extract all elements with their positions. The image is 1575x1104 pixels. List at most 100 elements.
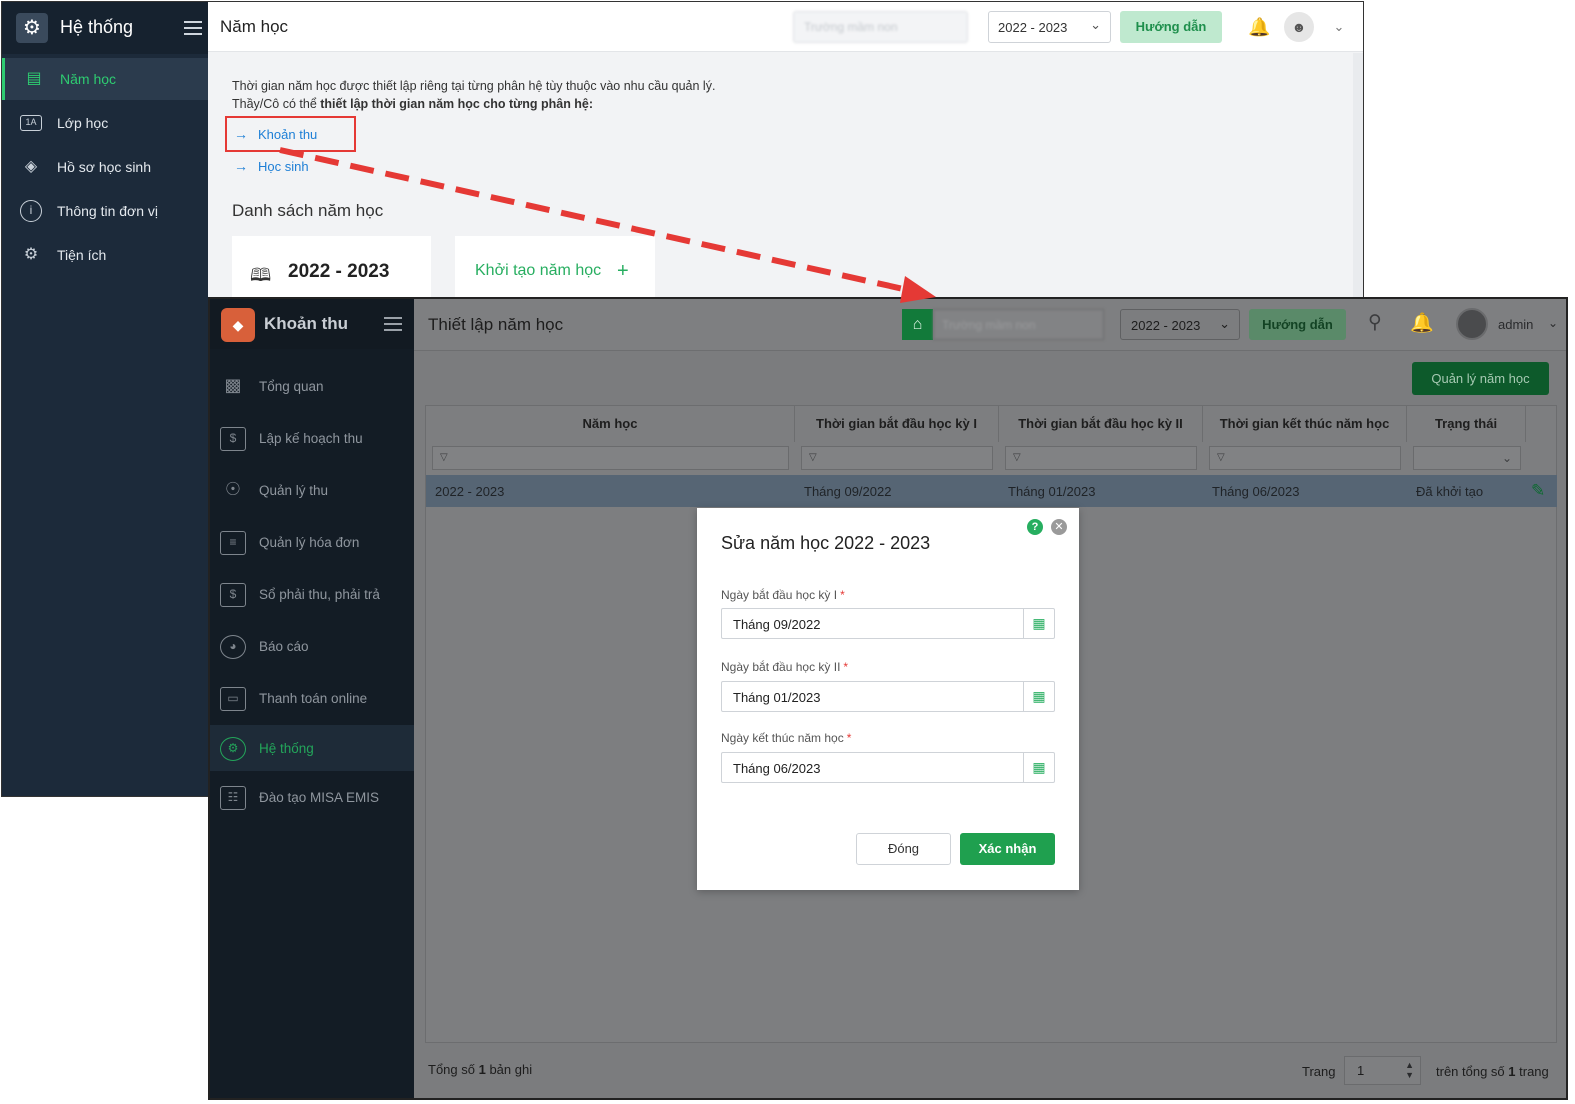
bar-chart-icon: ▩	[224, 375, 242, 395]
year-card[interactable]: 🕮 2022 - 2023	[232, 236, 431, 306]
intro-bold: thiết lập thời gian năm học cho từng phâ…	[320, 97, 594, 111]
user-name[interactable]: admin	[1498, 317, 1533, 332]
sidebar-item-so-phai-thu[interactable]: $ Sổ phải thu, phải trả	[210, 571, 414, 617]
sidebar-item-label: Báo cáo	[259, 639, 309, 654]
school-name-field[interactable]: Trường mầm non	[793, 11, 968, 43]
book-icon: ☷	[220, 786, 246, 810]
guide-button[interactable]: Hướng dẫn	[1120, 11, 1222, 43]
filter-icon: ▽	[809, 452, 817, 463]
filter-input[interactable]: ▽	[1209, 446, 1401, 470]
bell-icon[interactable]: 🔔	[1410, 311, 1434, 335]
user-avatar[interactable]	[1456, 308, 1488, 340]
plus-icon: +	[617, 260, 629, 282]
sidebar-item-ho-so-hoc-sinh[interactable]: ◈ Hồ sơ học sinh	[2, 146, 208, 188]
sidebar: ◆ Khoản thu ▩ Tổng quan $ Lập kế hoạch thu…	[210, 299, 414, 1098]
top-header: Thiết lập năm học ⌂ Trường mầm non 2022 …	[414, 299, 1566, 351]
page-number-input[interactable]: 1 ▲ ▼	[1344, 1056, 1421, 1085]
filter-icon: ▽	[440, 452, 448, 463]
sidebar-item-dao-tao[interactable]: ☷ Đào tạo MISA EMIS	[210, 774, 414, 820]
arrow-right-icon: →	[234, 158, 248, 174]
graduation-cap-icon: ◈	[24, 158, 38, 175]
chevron-down-icon: ⌄	[1219, 316, 1230, 331]
ledger-icon: $	[220, 583, 246, 607]
window-khoan-thu: ◆ Khoản thu ▩ Tổng quan $ Lập kế hoạch thu…	[208, 297, 1568, 1100]
status-filter-select[interactable]: ⌄	[1413, 446, 1521, 470]
confirm-button[interactable]: Xác nhận	[960, 833, 1055, 865]
sidebar-item-label: Hệ thống	[259, 741, 314, 756]
sidebar-item-label: Thông tin đơn vị	[57, 203, 159, 219]
page-label: Trang	[1302, 1064, 1336, 1079]
search-key-icon[interactable]: ⚲	[1368, 311, 1382, 334]
sidebar: ⚙ Hệ thống ▤ Năm học 1A Lớp học ◈ Hồ sơ …	[2, 2, 208, 796]
planning-icon: $	[220, 427, 246, 451]
start-term-2-field[interactable]: Tháng 01/2023 ▦	[721, 681, 1055, 712]
column-header: Thời gian kết thúc năm học	[1203, 406, 1407, 442]
sidebar-item-label: Lập kế hoạch thu	[259, 431, 363, 446]
end-year-field[interactable]: Tháng 06/2023 ▦	[721, 752, 1055, 783]
chevron-down-icon[interactable]: ⌄	[1328, 16, 1350, 38]
sidebar-item-label: Tổng quan	[259, 379, 324, 394]
filter-input[interactable]: ▽	[1005, 446, 1197, 470]
bell-icon[interactable]: 🔔	[1248, 16, 1270, 38]
user-avatar[interactable]: ☻	[1284, 12, 1314, 42]
calendar-icon[interactable]: ▦	[1023, 753, 1054, 782]
cell-status: Đã khởi tạo	[1416, 484, 1484, 499]
sidebar-item-label: Quản lý hóa đơn	[259, 535, 360, 550]
cell-year: 2022 - 2023	[435, 484, 505, 499]
pie-chart-icon: ◕	[220, 635, 246, 659]
record-count: Tổng số 1 bản ghi	[428, 1062, 532, 1077]
sidebar-item-tong-quan[interactable]: ▩ Tổng quan	[210, 363, 414, 409]
sidebar-item-thanh-toan-online[interactable]: ▭ Thanh toán online	[210, 675, 414, 721]
year-select[interactable]: 2022 - 2023 ⌄	[988, 11, 1111, 43]
app-title: Khoản thu	[264, 314, 349, 333]
sidebar-item-tien-ich[interactable]: ⚙ Tiện ích	[2, 234, 208, 276]
page-title: Thiết lập năm học	[428, 315, 564, 334]
sidebar-item-lop-hoc[interactable]: 1A Lớp học	[2, 102, 208, 144]
edit-pencil-icon[interactable]: ✎	[1531, 481, 1545, 501]
sidebar-item-quan-ly-thu[interactable]: ☉ Quản lý thu	[210, 467, 414, 513]
filter-input[interactable]: ▽	[801, 446, 993, 470]
app-logo-icon: ◆	[221, 308, 255, 342]
year-select[interactable]: 2022 - 2023 ⌄	[1120, 309, 1240, 340]
chevron-down-icon: ⌄	[1501, 451, 1512, 465]
sidebar-item-lap-ke-hoach-thu[interactable]: $ Lập kế hoạch thu	[210, 415, 414, 461]
column-header: Thời gian bắt đầu học kỳ II	[999, 406, 1203, 442]
table-row[interactable]: 2022 - 2023 Tháng 09/2022 Tháng 01/2023 …	[426, 475, 1557, 507]
home-icon[interactable]: ⌂	[902, 309, 933, 340]
school-name-field[interactable]: Trường mầm non	[933, 309, 1104, 340]
hamburger-menu-icon[interactable]	[184, 21, 202, 35]
spinner-icon[interactable]: ▲ ▼	[1405, 1060, 1414, 1080]
field-label-text: Ngày bắt đầu học kỳ II	[721, 660, 841, 674]
field-value: Tháng 06/2023	[733, 761, 821, 776]
calendar-icon[interactable]: ▦	[1023, 609, 1054, 638]
year-select-value: 2022 - 2023	[998, 20, 1068, 35]
close-icon[interactable]: ✕	[1051, 519, 1067, 535]
guide-button[interactable]: Hướng dẫn	[1249, 309, 1346, 340]
manage-years-button[interactable]: Quản lý năm học	[1412, 362, 1549, 395]
cancel-button[interactable]: Đóng	[856, 833, 951, 865]
sidebar-item-bao-cao[interactable]: ◕ Báo cáo	[210, 623, 414, 669]
class-badge-icon: 1A	[20, 115, 42, 131]
record-count-suffix: bản ghi	[485, 1062, 533, 1077]
chevron-down-icon[interactable]: ⌄	[1548, 316, 1558, 330]
column-header: Thời gian bắt đầu học kỳ I	[795, 406, 999, 442]
filter-input[interactable]: ▽	[432, 446, 789, 470]
info-icon: i	[20, 200, 42, 222]
link-hoc-sinh[interactable]: → Học sinh	[234, 158, 309, 174]
hamburger-menu-icon[interactable]	[384, 317, 402, 331]
sidebar-item-he-thong[interactable]: ⚙ Hệ thống	[210, 725, 414, 771]
sidebar-item-thong-tin-don-vi[interactable]: i Thông tin đơn vị	[2, 190, 208, 232]
chevron-down-icon: ⌄	[1090, 17, 1101, 32]
sidebar-item-label: Tiện ích	[57, 247, 107, 263]
page-total-suffix: trang	[1515, 1064, 1549, 1079]
sidebar-item-quan-ly-hoa-don[interactable]: ≡ Quản lý hóa đơn	[210, 519, 414, 565]
create-year-label: Khởi tạo năm học	[475, 262, 602, 279]
sidebar-item-nam-hoc[interactable]: ▤ Năm học	[2, 58, 208, 100]
sidebar-item-label: Đào tạo MISA EMIS	[259, 790, 380, 805]
start-term-1-field[interactable]: Tháng 09/2022 ▦	[721, 608, 1055, 639]
help-icon[interactable]: ?	[1027, 519, 1043, 535]
field-label: Ngày bắt đầu học kỳ I *	[721, 588, 845, 602]
calendar-icon[interactable]: ▦	[1023, 682, 1054, 711]
create-year-card[interactable]: Khởi tạo năm học +	[455, 236, 655, 306]
intro-prefix: Thầy/Cô có thể	[232, 97, 321, 111]
